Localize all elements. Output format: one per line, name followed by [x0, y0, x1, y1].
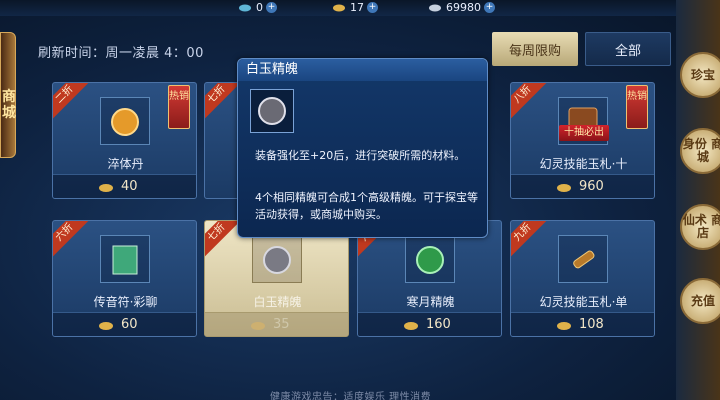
pill-icon — [111, 108, 139, 136]
item-name: 幻灵技能玉札·十 — [539, 157, 628, 171]
item-icon-frame — [405, 235, 455, 283]
tooltip-title: 白玉精魄 — [238, 59, 487, 81]
treasure-shop-button[interactable]: 珍宝 — [680, 52, 720, 98]
gold-ingot-icon — [333, 4, 345, 12]
identity-shop-button[interactable]: 身份 商城 — [680, 128, 720, 174]
item-price: 35 — [273, 317, 290, 332]
currency-silver: 69980 + — [428, 0, 495, 14]
left-shop-tab[interactable]: 商城 — [0, 32, 16, 158]
tooltip-description: 装备强化至+20后，进行突破所需的材料。 — [255, 149, 466, 162]
item-name: 传音符·彩聊 — [93, 295, 158, 309]
add-gold-button[interactable]: + — [367, 1, 378, 13]
item-name: 淬体丹 — [107, 157, 144, 171]
shop-card-huanling-ten[interactable]: 八折 热销 十抽必出 幻灵技能玉札·十 960 — [510, 82, 655, 199]
hot-sale-badge: 热销 — [626, 85, 648, 129]
tab-all[interactable]: 全部 — [585, 32, 671, 66]
item-price: 960 — [579, 179, 604, 194]
gold-ingot-icon — [99, 322, 113, 330]
scroll-icon — [573, 250, 595, 269]
left-shop-tab-label: 商城 — [2, 89, 16, 121]
talisman-icon — [112, 245, 138, 275]
discount-ribbon: 八折 — [511, 83, 550, 122]
gold-ingot-icon — [557, 322, 571, 330]
health-notice: 健康游戏忠告：适度娱乐 理性消费 — [270, 392, 432, 400]
tooltip-item-icon-frame — [250, 89, 294, 133]
refresh-time: 刷新时间：周一凌晨 4：00 — [38, 46, 204, 61]
shop-card-chuanyinfu[interactable]: 六折 传音符·彩聊 60 — [52, 220, 197, 337]
gold-ingot-icon — [251, 322, 265, 330]
currency-silver-value: 69980 — [446, 0, 481, 14]
silver-icon — [429, 4, 441, 12]
white-jade-orb-icon — [258, 97, 286, 125]
gold-ingot-icon — [557, 184, 571, 192]
energy-icon — [239, 4, 251, 12]
white-jade-orb-icon — [263, 246, 291, 274]
hot-sale-badge: 热销 — [168, 85, 190, 129]
currency-gold: 17 + — [332, 0, 378, 14]
discount-ribbon: 六折 — [53, 221, 92, 260]
gold-ingot-icon — [404, 322, 418, 330]
tooltip-source-info: 4个相同精魄可合成1个高级精魄。可于探宝等活动获得，或商城中购买。 — [255, 191, 478, 221]
currency-energy-value: 0 — [256, 0, 263, 14]
shop-card-cuitidan[interactable]: 二折 热销 淬体丹 40 — [52, 82, 197, 199]
item-icon-frame — [558, 235, 608, 283]
discount-ribbon: 二折 — [53, 83, 92, 122]
item-icon-frame — [100, 235, 150, 283]
cold-moon-orb-icon — [416, 246, 444, 274]
currency-gold-value: 17 — [350, 0, 364, 14]
item-name: 白玉精魄 — [253, 295, 302, 309]
gold-ingot-icon — [99, 184, 113, 192]
item-icon-frame — [252, 235, 302, 283]
immortal-skill-shop-button[interactable]: 仙术 商店 — [680, 204, 720, 250]
item-price: 160 — [426, 317, 451, 332]
item-name: 寒月精魄 — [406, 295, 455, 309]
item-price: 40 — [121, 179, 138, 194]
shop-card-huanling-single[interactable]: 九折 幻灵技能玉札·单 108 — [510, 220, 655, 337]
ten-draw-guarantee-badge: 十抽必出 — [559, 125, 609, 141]
currency-energy: 0 + — [238, 0, 277, 14]
item-icon-frame — [100, 97, 150, 145]
item-price: 60 — [121, 317, 138, 332]
discount-ribbon: 九折 — [511, 221, 550, 260]
add-silver-button[interactable]: + — [484, 1, 495, 13]
item-price: 108 — [579, 317, 604, 332]
tab-weekly-limited[interactable]: 每周限购 — [492, 32, 578, 66]
recharge-button[interactable]: 充值 — [680, 278, 720, 324]
add-energy-button[interactable]: + — [266, 1, 277, 13]
item-tooltip: 白玉精魄 装备强化至+20后，进行突破所需的材料。 4个相同精魄可合成1个高级精… — [237, 58, 488, 238]
item-name: 幻灵技能玉札·单 — [539, 295, 628, 309]
